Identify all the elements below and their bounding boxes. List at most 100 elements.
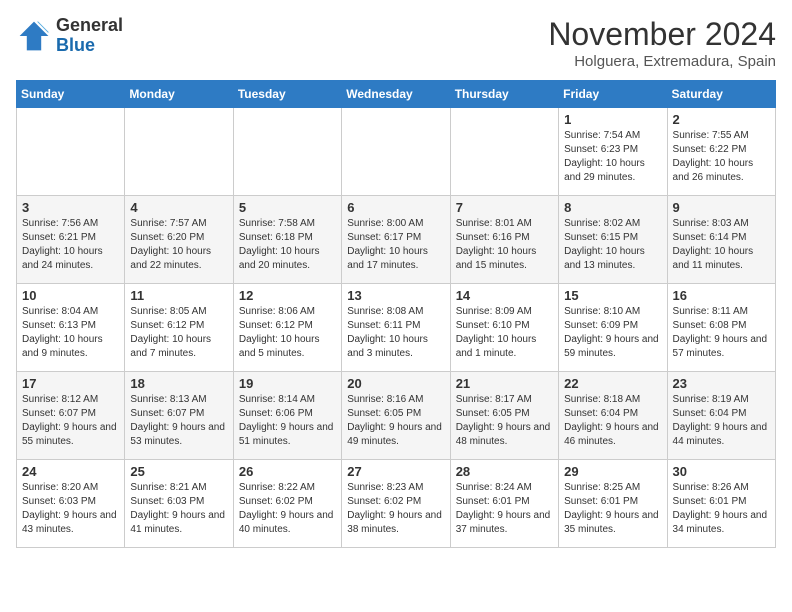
calendar-cell: 19Sunrise: 8:14 AM Sunset: 6:06 PM Dayli… [233,372,341,460]
calendar-cell: 24 Sunrise: 8:20 AM Sunset: 6:03 PM Dayli… [17,460,125,548]
day-number: 12 [239,288,336,303]
day-number: 1 [564,112,661,127]
day-info: Sunrise: 8:25 AM Sunset: 6:01 PM Dayligh… [564,481,661,537]
calendar-cell: 10 Sunrise: 8:04 AM Sunset: 6:13 PM Dayli… [17,284,125,372]
calendar-cell: 22 Sunrise: 8:18 AM Sunset: 6:04 PM Dayli… [559,372,667,460]
month-title: November 2024 [548,16,776,53]
day-info: Sunrise: 8:14 AM Sunset: 6:06 PM Dayligh… [239,393,336,449]
title-block: November 2024 Holguera, Extremadura, Spa… [548,16,776,70]
day-info: Sunrise: 8:08 AM Sunset: 6:11 PM Dayligh… [347,305,444,361]
day-info: Sunrise: 8:13 AM Sunset: 6:07 PM Dayligh… [130,393,227,449]
day-number: 18 [130,376,227,391]
day-info: Sunrise: 8:19 AM Sunset: 6:04 PM Dayligh… [673,393,770,449]
day-number: 25 [130,464,227,479]
day-info: Sunrise: 8:10 AM Sunset: 6:09 PM Dayligh… [564,305,661,361]
day-number: 6 [347,200,444,215]
day-info: Sunrise: 8:12 AM Sunset: 6:07 PM Dayligh… [22,393,119,449]
day-info: Sunrise: 7:55 AM Sunset: 6:22 PM Dayligh… [673,129,770,185]
day-number: 29 [564,464,661,479]
calendar-body: 1 Sunrise: 7:54 AM Sunset: 6:23 PM Daylig… [17,108,776,548]
day-info: Sunrise: 8:04 AM Sunset: 6:13 PM Dayligh… [22,305,119,361]
calendar-cell [450,108,558,196]
day-number: 10 [22,288,119,303]
col-header-wednesday: Wednesday [342,81,450,108]
day-number: 27 [347,464,444,479]
day-info: Sunrise: 8:26 AM Sunset: 6:01 PM Dayligh… [673,481,770,537]
day-info: Sunrise: 7:54 AM Sunset: 6:23 PM Dayligh… [564,129,661,185]
calendar-cell: 13 Sunrise: 8:08 AM Sunset: 6:11 PM Dayli… [342,284,450,372]
day-number: 9 [673,200,770,215]
calendar-header: SundayMondayTuesdayWednesdayThursdayFrid… [17,81,776,108]
col-header-saturday: Saturday [667,81,775,108]
day-info: Sunrise: 8:22 AM Sunset: 6:02 PM Dayligh… [239,481,336,537]
calendar-cell: 12Sunrise: 8:06 AM Sunset: 6:12 PM Dayli… [233,284,341,372]
day-info: Sunrise: 8:24 AM Sunset: 6:01 PM Dayligh… [456,481,553,537]
day-number: 26 [239,464,336,479]
col-header-tuesday: Tuesday [233,81,341,108]
col-header-monday: Monday [125,81,233,108]
day-info: Sunrise: 7:58 AM Sunset: 6:18 PM Dayligh… [239,217,336,273]
calendar-cell: 2Sunrise: 7:55 AM Sunset: 6:22 PM Daylig… [667,108,775,196]
calendar-cell: 4 Sunrise: 7:57 AM Sunset: 6:20 PM Daylig… [125,196,233,284]
calendar-cell [233,108,341,196]
day-info: Sunrise: 8:18 AM Sunset: 6:04 PM Dayligh… [564,393,661,449]
day-number: 21 [456,376,553,391]
calendar-cell [342,108,450,196]
day-number: 8 [564,200,661,215]
calendar-cell: 23Sunrise: 8:19 AM Sunset: 6:04 PM Dayli… [667,372,775,460]
day-info: Sunrise: 8:16 AM Sunset: 6:05 PM Dayligh… [347,393,444,449]
day-number: 5 [239,200,336,215]
location-subtitle: Holguera, Extremadura, Spain [548,53,776,70]
calendar-cell [125,108,233,196]
calendar-cell: 15 Sunrise: 8:10 AM Sunset: 6:09 PM Dayli… [559,284,667,372]
day-number: 7 [456,200,553,215]
calendar-cell: 5 Sunrise: 7:58 AM Sunset: 6:18 PM Daylig… [233,196,341,284]
page-header: General Blue November 2024 Holguera, Ext… [16,16,776,70]
calendar-cell: 18 Sunrise: 8:13 AM Sunset: 6:07 PM Dayli… [125,372,233,460]
day-info: Sunrise: 7:57 AM Sunset: 6:20 PM Dayligh… [130,217,227,273]
day-info: Sunrise: 8:05 AM Sunset: 6:12 PM Dayligh… [130,305,227,361]
calendar-table: SundayMondayTuesdayWednesdayThursdayFrid… [16,80,776,548]
day-number: 16 [673,288,770,303]
calendar-cell: 17 Sunrise: 8:12 AM Sunset: 6:07 PM Dayli… [17,372,125,460]
day-info: Sunrise: 8:23 AM Sunset: 6:02 PM Dayligh… [347,481,444,537]
day-info: Sunrise: 8:21 AM Sunset: 6:03 PM Dayligh… [130,481,227,537]
calendar-cell [17,108,125,196]
week-row-3: 17 Sunrise: 8:12 AM Sunset: 6:07 PM Dayli… [17,372,776,460]
calendar-cell: 14Sunrise: 8:09 AM Sunset: 6:10 PM Dayli… [450,284,558,372]
header-row: SundayMondayTuesdayWednesdayThursdayFrid… [17,81,776,108]
day-number: 3 [22,200,119,215]
col-header-sunday: Sunday [17,81,125,108]
calendar-cell: 7 Sunrise: 8:01 AM Sunset: 6:16 PM Daylig… [450,196,558,284]
logo-blue-text: Blue [56,36,123,56]
day-info: Sunrise: 8:20 AM Sunset: 6:03 PM Dayligh… [22,481,119,537]
day-info: Sunrise: 7:56 AM Sunset: 6:21 PM Dayligh… [22,217,119,273]
day-number: 28 [456,464,553,479]
calendar-cell: 29 Sunrise: 8:25 AM Sunset: 6:01 PM Dayli… [559,460,667,548]
calendar-cell: 11 Sunrise: 8:05 AM Sunset: 6:12 PM Dayli… [125,284,233,372]
day-info: Sunrise: 8:00 AM Sunset: 6:17 PM Dayligh… [347,217,444,273]
day-number: 30 [673,464,770,479]
day-info: Sunrise: 8:02 AM Sunset: 6:15 PM Dayligh… [564,217,661,273]
day-number: 17 [22,376,119,391]
day-info: Sunrise: 8:01 AM Sunset: 6:16 PM Dayligh… [456,217,553,273]
week-row-0: 1 Sunrise: 7:54 AM Sunset: 6:23 PM Daylig… [17,108,776,196]
day-info: Sunrise: 8:09 AM Sunset: 6:10 PM Dayligh… [456,305,553,361]
day-number: 11 [130,288,227,303]
day-number: 24 [22,464,119,479]
calendar-cell: 21 Sunrise: 8:17 AM Sunset: 6:05 PM Dayli… [450,372,558,460]
day-info: Sunrise: 8:03 AM Sunset: 6:14 PM Dayligh… [673,217,770,273]
day-number: 22 [564,376,661,391]
day-info: Sunrise: 8:17 AM Sunset: 6:05 PM Dayligh… [456,393,553,449]
day-number: 13 [347,288,444,303]
col-header-thursday: Thursday [450,81,558,108]
logo-general-text: General [56,16,123,36]
day-number: 4 [130,200,227,215]
day-number: 20 [347,376,444,391]
col-header-friday: Friday [559,81,667,108]
week-row-4: 24 Sunrise: 8:20 AM Sunset: 6:03 PM Dayli… [17,460,776,548]
calendar-cell: 25 Sunrise: 8:21 AM Sunset: 6:03 PM Dayli… [125,460,233,548]
calendar-cell: 26 Sunrise: 8:22 AM Sunset: 6:02 PM Dayli… [233,460,341,548]
week-row-1: 3 Sunrise: 7:56 AM Sunset: 6:21 PM Daylig… [17,196,776,284]
day-number: 15 [564,288,661,303]
